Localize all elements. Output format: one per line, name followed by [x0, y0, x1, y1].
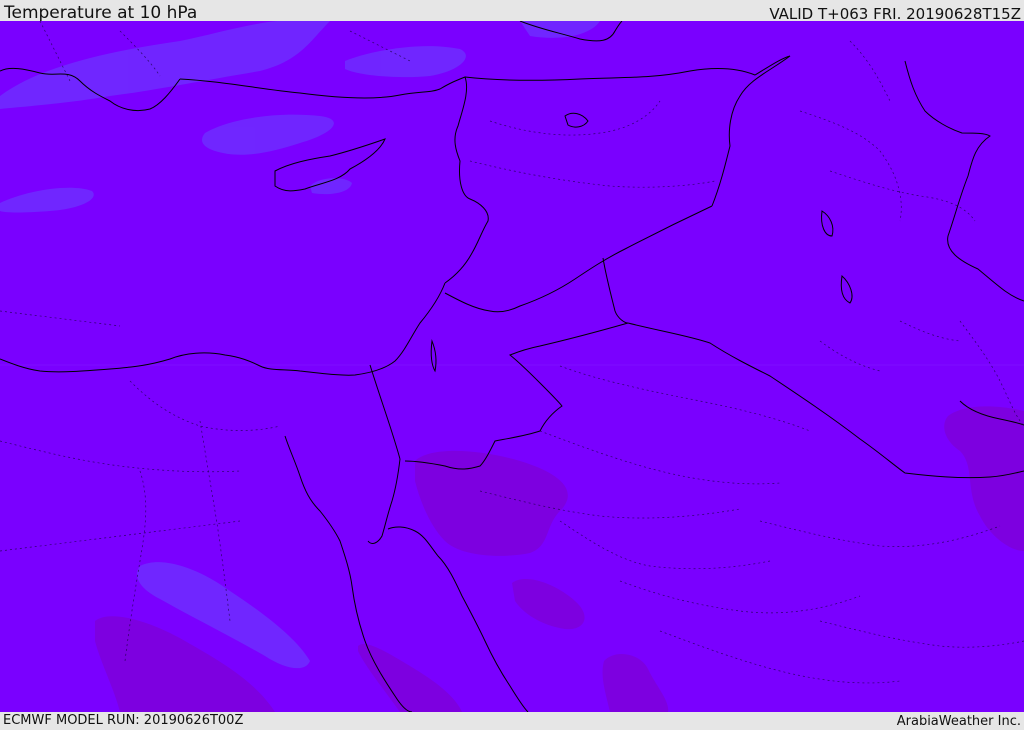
- warm-zone: [512, 579, 585, 630]
- border-saudi-jordan: [404, 322, 629, 470]
- warm-temperature-zones: [95, 406, 1024, 712]
- warm-zone: [944, 406, 1024, 551]
- province-line: [849, 40, 891, 102]
- lake-tharthar: [821, 210, 834, 237]
- border-syria-turkey: [464, 55, 791, 81]
- cool-zone: [345, 46, 466, 78]
- map-title: Temperature at 10 hPa: [4, 3, 198, 23]
- province-line: [0, 520, 241, 552]
- map-svg: [0, 21, 1024, 712]
- map-canvas[interactable]: [0, 21, 1024, 712]
- province-line: [0, 440, 241, 473]
- coastline-dead-sea: [430, 339, 437, 373]
- border-iraq-syria: [711, 55, 791, 207]
- model-run-label: ECMWF MODEL RUN: 20190626T00Z: [3, 713, 244, 728]
- province-line: [0, 310, 121, 327]
- province-line: [129, 380, 281, 431]
- footer-bar: ECMWF MODEL RUN: 20190626T00Z ArabiaWeat…: [0, 712, 1024, 729]
- border-iran-iraq: [904, 60, 1024, 302]
- cool-zone: [0, 187, 94, 213]
- province-line: [829, 170, 976, 222]
- coastline-gulf-of-suez: [367, 458, 401, 544]
- cool-zone: [202, 114, 334, 155]
- cool-zone: [0, 21, 330, 109]
- border-syria-jordan: [444, 205, 713, 313]
- coastlines: [0, 21, 1024, 712]
- border-jordan-iraq: [602, 257, 629, 324]
- lake-milh: [840, 275, 853, 304]
- cool-temperature-zones: [0, 21, 600, 669]
- province-line: [619, 580, 861, 614]
- brand-label: ArabiaWeather Inc.: [896, 714, 1021, 729]
- coastline-levant: [0, 282, 446, 376]
- province-line: [819, 620, 1024, 648]
- province-line: [799, 110, 902, 222]
- cool-zone: [520, 21, 600, 38]
- province-line: [469, 160, 716, 188]
- borders: [369, 55, 1024, 479]
- lake-van: [564, 112, 589, 128]
- warm-zone: [415, 450, 568, 556]
- warm-zone: [358, 643, 462, 712]
- province-line: [819, 340, 881, 372]
- province-line: [659, 630, 901, 684]
- province-line: [539, 430, 781, 485]
- province-line: [899, 320, 961, 342]
- province-line: [559, 365, 811, 432]
- province-line: [489, 100, 661, 136]
- province-line: [559, 520, 771, 570]
- border-egypt-israel: [369, 364, 401, 460]
- province-line: [759, 520, 1001, 547]
- warm-zone: [602, 654, 669, 712]
- header-bar: Temperature at 10 hPa VALID T+063 FRI. 2…: [0, 0, 1024, 23]
